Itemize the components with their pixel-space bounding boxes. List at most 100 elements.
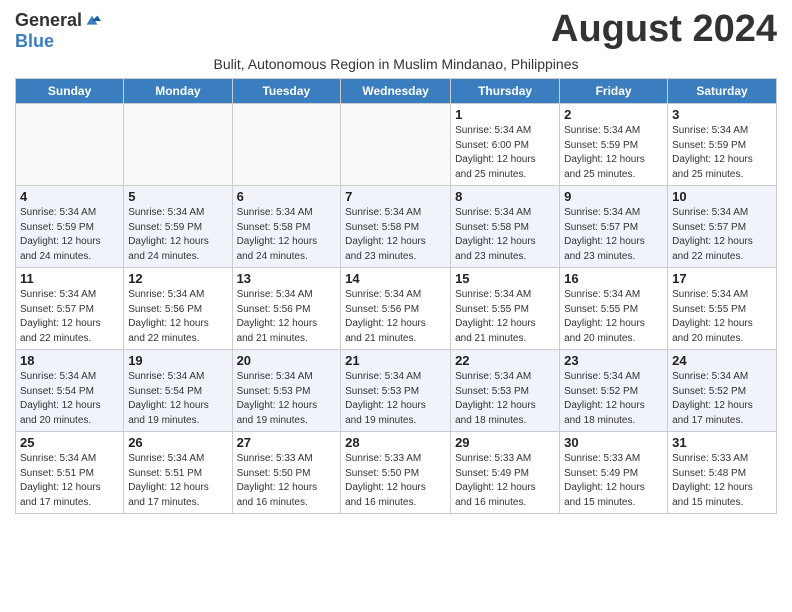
logo-blue-text: Blue	[15, 31, 54, 52]
day-number: 31	[672, 435, 772, 450]
day-number: 28	[345, 435, 446, 450]
day-detail: Sunrise: 5:34 AM Sunset: 5:59 PM Dayligh…	[672, 125, 753, 180]
calendar-table: SundayMondayTuesdayWednesdayThursdayFrid…	[15, 78, 777, 514]
day-number: 13	[237, 271, 337, 286]
calendar-cell: 26 Sunrise: 5:34 AM Sunset: 5:51 PM Dayli…	[124, 432, 232, 514]
day-detail: Sunrise: 5:34 AM Sunset: 5:57 PM Dayligh…	[672, 207, 753, 262]
day-number: 3	[672, 107, 772, 122]
calendar-cell	[232, 104, 341, 186]
day-detail: Sunrise: 5:34 AM Sunset: 5:51 PM Dayligh…	[128, 453, 209, 508]
dow-header-wednesday: Wednesday	[341, 79, 451, 104]
calendar-cell	[341, 104, 451, 186]
day-number: 11	[20, 271, 119, 286]
dow-header-thursday: Thursday	[451, 79, 560, 104]
day-detail: Sunrise: 5:33 AM Sunset: 5:49 PM Dayligh…	[455, 453, 536, 508]
calendar-cell: 27 Sunrise: 5:33 AM Sunset: 5:50 PM Dayli…	[232, 432, 341, 514]
day-detail: Sunrise: 5:34 AM Sunset: 5:56 PM Dayligh…	[345, 289, 426, 344]
day-detail: Sunrise: 5:34 AM Sunset: 5:58 PM Dayligh…	[237, 207, 318, 262]
day-detail: Sunrise: 5:34 AM Sunset: 5:53 PM Dayligh…	[345, 371, 426, 426]
day-number: 7	[345, 189, 446, 204]
calendar-cell: 18 Sunrise: 5:34 AM Sunset: 5:54 PM Dayli…	[16, 350, 124, 432]
calendar-cell: 19 Sunrise: 5:34 AM Sunset: 5:54 PM Dayli…	[124, 350, 232, 432]
day-number: 24	[672, 353, 772, 368]
day-detail: Sunrise: 5:34 AM Sunset: 5:54 PM Dayligh…	[128, 371, 209, 426]
day-number: 5	[128, 189, 227, 204]
day-number: 16	[564, 271, 663, 286]
calendar-cell: 7 Sunrise: 5:34 AM Sunset: 5:58 PM Daylig…	[341, 186, 451, 268]
calendar-cell: 2 Sunrise: 5:34 AM Sunset: 5:59 PM Daylig…	[560, 104, 668, 186]
calendar-cell: 17 Sunrise: 5:34 AM Sunset: 5:55 PM Dayli…	[668, 268, 777, 350]
day-number: 29	[455, 435, 555, 450]
logo: General Blue	[15, 10, 101, 52]
day-detail: Sunrise: 5:34 AM Sunset: 5:59 PM Dayligh…	[20, 207, 101, 262]
day-number: 18	[20, 353, 119, 368]
calendar-cell	[124, 104, 232, 186]
calendar-cell: 6Sunrise: 5:34 AM Sunset: 5:58 PM Daylig…	[232, 186, 341, 268]
calendar-cell: 4 Sunrise: 5:34 AM Sunset: 5:59 PM Daylig…	[16, 186, 124, 268]
day-detail: Sunrise: 5:34 AM Sunset: 5:59 PM Dayligh…	[564, 125, 645, 180]
calendar-week-row: 11Sunrise: 5:34 AM Sunset: 5:57 PM Dayli…	[16, 268, 777, 350]
month-title: August 2024	[551, 10, 777, 48]
calendar-cell: 9Sunrise: 5:34 AM Sunset: 5:57 PM Daylig…	[560, 186, 668, 268]
day-detail: Sunrise: 5:34 AM Sunset: 5:55 PM Dayligh…	[672, 289, 753, 344]
day-number: 19	[128, 353, 227, 368]
dow-header-saturday: Saturday	[668, 79, 777, 104]
day-detail: Sunrise: 5:33 AM Sunset: 5:50 PM Dayligh…	[237, 453, 318, 508]
calendar-cell: 28 Sunrise: 5:33 AM Sunset: 5:50 PM Dayli…	[341, 432, 451, 514]
header: General Blue August 2024	[15, 10, 777, 52]
day-number: 10	[672, 189, 772, 204]
day-number: 8	[455, 189, 555, 204]
day-detail: Sunrise: 5:34 AM Sunset: 5:59 PM Dayligh…	[128, 207, 209, 262]
calendar-cell: 11Sunrise: 5:34 AM Sunset: 5:57 PM Dayli…	[16, 268, 124, 350]
day-detail: Sunrise: 5:34 AM Sunset: 5:55 PM Dayligh…	[564, 289, 645, 344]
calendar-cell: 30 Sunrise: 5:33 AM Sunset: 5:49 PM Dayli…	[560, 432, 668, 514]
day-detail: Sunrise: 5:34 AM Sunset: 5:56 PM Dayligh…	[237, 289, 318, 344]
day-detail: Sunrise: 5:34 AM Sunset: 5:58 PM Dayligh…	[345, 207, 426, 262]
day-detail: Sunrise: 5:34 AM Sunset: 5:51 PM Dayligh…	[20, 453, 101, 508]
day-number: 26	[128, 435, 227, 450]
day-detail: Sunrise: 5:33 AM Sunset: 5:50 PM Dayligh…	[345, 453, 426, 508]
dow-header-monday: Monday	[124, 79, 232, 104]
calendar-cell: 29 Sunrise: 5:33 AM Sunset: 5:49 PM Dayli…	[451, 432, 560, 514]
calendar-cell: 15 Sunrise: 5:34 AM Sunset: 5:55 PM Dayli…	[451, 268, 560, 350]
day-number: 2	[564, 107, 663, 122]
day-detail: Sunrise: 5:34 AM Sunset: 5:56 PM Dayligh…	[128, 289, 209, 344]
day-number: 25	[20, 435, 119, 450]
day-number: 23	[564, 353, 663, 368]
dow-header-tuesday: Tuesday	[232, 79, 341, 104]
day-detail: Sunrise: 5:33 AM Sunset: 5:49 PM Dayligh…	[564, 453, 645, 508]
calendar-subtitle: Bulit, Autonomous Region in Muslim Minda…	[15, 56, 777, 72]
calendar-cell: 1Sunrise: 5:34 AM Sunset: 6:00 PM Daylig…	[451, 104, 560, 186]
day-number: 17	[672, 271, 772, 286]
calendar-week-row: 18 Sunrise: 5:34 AM Sunset: 5:54 PM Dayli…	[16, 350, 777, 432]
calendar-cell: 23Sunrise: 5:34 AM Sunset: 5:52 PM Dayli…	[560, 350, 668, 432]
calendar-cell: 10 Sunrise: 5:34 AM Sunset: 5:57 PM Dayli…	[668, 186, 777, 268]
calendar-week-row: 1Sunrise: 5:34 AM Sunset: 6:00 PM Daylig…	[16, 104, 777, 186]
day-number: 12	[128, 271, 227, 286]
calendar-cell: 13 Sunrise: 5:34 AM Sunset: 5:56 PM Dayli…	[232, 268, 341, 350]
day-detail: Sunrise: 5:34 AM Sunset: 5:55 PM Dayligh…	[455, 289, 536, 344]
calendar-week-row: 25 Sunrise: 5:34 AM Sunset: 5:51 PM Dayli…	[16, 432, 777, 514]
calendar-cell: 5 Sunrise: 5:34 AM Sunset: 5:59 PM Daylig…	[124, 186, 232, 268]
dow-header-sunday: Sunday	[16, 79, 124, 104]
day-detail: Sunrise: 5:34 AM Sunset: 5:54 PM Dayligh…	[20, 371, 101, 426]
calendar-week-row: 4 Sunrise: 5:34 AM Sunset: 5:59 PM Daylig…	[16, 186, 777, 268]
calendar-cell: 31 Sunrise: 5:33 AM Sunset: 5:48 PM Dayli…	[668, 432, 777, 514]
calendar-cell: 16 Sunrise: 5:34 AM Sunset: 5:55 PM Dayli…	[560, 268, 668, 350]
day-detail: Sunrise: 5:33 AM Sunset: 5:48 PM Dayligh…	[672, 453, 753, 508]
day-number: 30	[564, 435, 663, 450]
calendar-cell: 20 Sunrise: 5:34 AM Sunset: 5:53 PM Dayli…	[232, 350, 341, 432]
day-number: 15	[455, 271, 555, 286]
day-detail: Sunrise: 5:34 AM Sunset: 5:53 PM Dayligh…	[455, 371, 536, 426]
calendar-cell: 8 Sunrise: 5:34 AM Sunset: 5:58 PM Daylig…	[451, 186, 560, 268]
day-detail: Sunrise: 5:34 AM Sunset: 5:53 PM Dayligh…	[237, 371, 318, 426]
day-number: 27	[237, 435, 337, 450]
day-number: 1	[455, 107, 555, 122]
day-detail: Sunrise: 5:34 AM Sunset: 5:58 PM Dayligh…	[455, 207, 536, 262]
day-detail: Sunrise: 5:34 AM Sunset: 5:52 PM Dayligh…	[672, 371, 753, 426]
day-number: 4	[20, 189, 119, 204]
day-number: 14	[345, 271, 446, 286]
logo-general-text: General	[15, 10, 82, 31]
dow-header-friday: Friday	[560, 79, 668, 104]
day-number: 20	[237, 353, 337, 368]
